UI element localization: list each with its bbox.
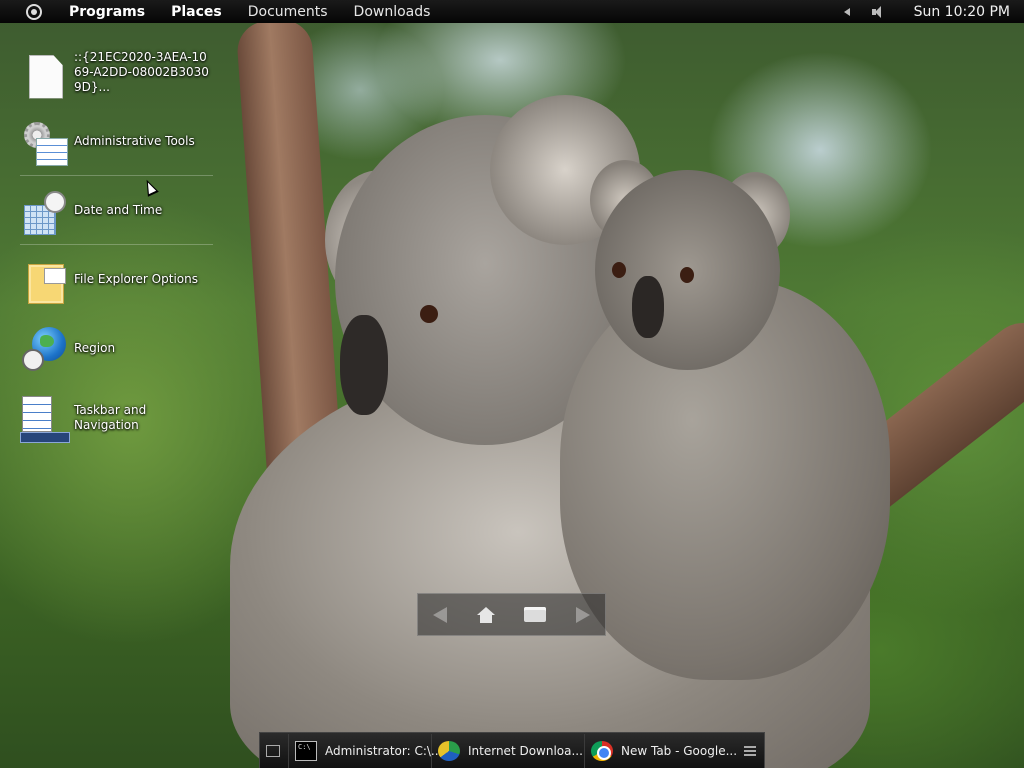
chrome-icon: [591, 740, 613, 761]
start-menu-icon[interactable]: [26, 3, 42, 20]
cmd-icon: [295, 740, 317, 761]
taskbar-item-label: Internet Downloa...: [468, 743, 583, 758]
desktop-item-taskbar-and-navigation[interactable]: Taskbar and Navigation: [18, 383, 213, 452]
taskbar-icon: [18, 392, 70, 444]
home-icon[interactable]: [476, 606, 495, 623]
desktop-item-label: Taskbar and Navigation: [74, 402, 147, 432]
show-desktop-icon[interactable]: [266, 744, 280, 757]
back-arrow-icon[interactable]: [432, 606, 447, 623]
tray-expand-icon[interactable]: [843, 7, 850, 16]
taskbar: Administrator: C:\... Internet Downloa..…: [259, 732, 765, 768]
idm-icon: [438, 740, 460, 761]
menu-documents[interactable]: Documents: [248, 4, 328, 20]
desktop-icon-list: ::{21EC2020-3AEA-1069-A2DD-08002B30309D}…: [18, 38, 213, 452]
globe-clock-icon: [18, 323, 70, 375]
koala-mother-eye: [420, 305, 438, 323]
admin-tools-icon: [18, 116, 70, 168]
volume-icon[interactable]: [871, 5, 884, 18]
menu-programs[interactable]: Programs: [69, 4, 145, 20]
top-panel: Programs Places Documents Downloads Sun …: [0, 0, 1024, 23]
desktop-item-label: Region: [74, 341, 116, 355]
koala-baby-eye-right: [680, 267, 694, 283]
desktop-item-control-panel-guid[interactable]: ::{21EC2020-3AEA-1069-A2DD-08002B30309D}…: [18, 38, 213, 107]
folder-options-icon: [18, 254, 70, 306]
hamburger-menu-icon[interactable]: [744, 744, 756, 758]
taskbar-item-label: New Tab - Google...: [621, 743, 738, 758]
taskbar-item-label: Administrator: C:\...: [325, 743, 443, 758]
taskbar-item-internet-download-manager[interactable]: Internet Downloa...: [431, 733, 584, 768]
desktop-item-label: Administrative Tools: [74, 134, 195, 148]
desktop-item-file-explorer-options[interactable]: File Explorer Options: [18, 245, 213, 314]
navigation-toolbar: [417, 593, 606, 636]
desktop-item-administrative-tools[interactable]: Administrative Tools: [18, 107, 213, 176]
folder-icon[interactable]: [524, 607, 547, 622]
date-time-icon: [18, 185, 70, 237]
koala-baby-nose: [632, 276, 664, 338]
desktop-item-region[interactable]: Region: [18, 314, 213, 383]
system-tray: Sun 10:20 PM: [843, 4, 1024, 20]
desktop-item-date-and-time[interactable]: Date and Time: [18, 176, 213, 245]
koala-mother-nose: [340, 315, 388, 415]
desktop-item-label: File Explorer Options: [74, 272, 198, 286]
taskbar-item-chrome[interactable]: New Tab - Google...: [584, 733, 738, 768]
document-icon: [18, 47, 70, 99]
clock[interactable]: Sun 10:20 PM: [914, 4, 1010, 20]
koala-baby-eye-left: [612, 262, 626, 278]
forward-arrow-icon[interactable]: [576, 606, 591, 623]
taskbar-item-command-prompt[interactable]: Administrator: C:\...: [288, 733, 442, 768]
menu-downloads[interactable]: Downloads: [354, 4, 431, 20]
desktop-item-label: ::{21EC2020-3AEA-1069-A2DD-08002B30309D}…: [74, 50, 209, 94]
menu-places[interactable]: Places: [171, 4, 222, 20]
desktop-item-label: Date and Time: [74, 203, 163, 217]
